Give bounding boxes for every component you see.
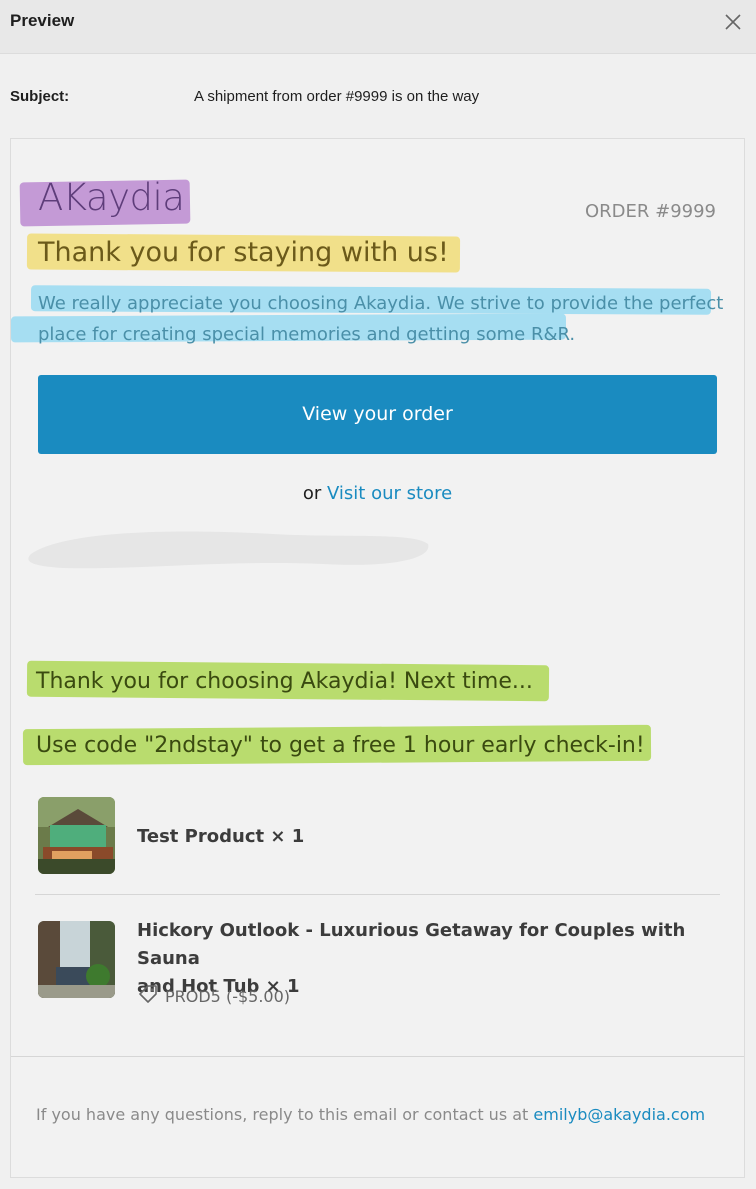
- view-order-button[interactable]: View your order: [38, 375, 717, 454]
- order-number: ORDER #9999: [584, 201, 716, 222]
- coupon-row: PROD5 (-$5.00): [137, 983, 290, 1009]
- subject-label: Subject:: [10, 88, 70, 105]
- product-thumbnail: [38, 921, 115, 998]
- brand-logo: AKaydia: [38, 176, 185, 219]
- item-divider: [35, 894, 720, 895]
- dialog-header: Preview: [0, 0, 756, 54]
- order-item: Test Product × 1: [38, 797, 718, 877]
- item-name: Test Product × 1: [137, 826, 305, 847]
- footer-message: If you have any questions, reply to this…: [36, 1105, 529, 1124]
- email-preview: AKaydia ORDER #9999 Thank you for stayin…: [10, 138, 745, 1178]
- footer-divider: [11, 1056, 744, 1057]
- redaction-smudge: [23, 524, 433, 579]
- dialog-title: Preview: [10, 11, 75, 30]
- intro-text: We really appreciate you choosing Akaydi…: [38, 288, 728, 350]
- item-name-line-1: Hickory Outlook - Luxurious Getaway for …: [137, 920, 686, 969]
- subject-row: Subject: A shipment from order #9999 is …: [0, 54, 756, 138]
- contact-email-link[interactable]: emilyb@akaydia.com: [533, 1105, 705, 1124]
- promo-line-1: Thank you for choosing Akaydia! Next tim…: [36, 669, 533, 694]
- store-link-row: or Visit our store: [11, 483, 744, 504]
- order-item: Hickory Outlook - Luxurious Getaway for …: [38, 920, 718, 1011]
- tag-icon: [137, 983, 159, 1009]
- or-text: or: [302, 483, 322, 504]
- product-thumbnail: [38, 797, 115, 874]
- close-icon[interactable]: [722, 11, 744, 33]
- intro-line-1: We really appreciate you choosing Akaydi…: [38, 293, 724, 314]
- visit-store-link[interactable]: Visit our store: [327, 483, 452, 504]
- subject-value: A shipment from order #9999 is on the wa…: [194, 88, 480, 105]
- footer-text: If you have any questions, reply to this…: [36, 1105, 705, 1124]
- email-heading: Thank you for staying with us!: [38, 237, 449, 268]
- promo-code-line: Use code "2ndstay" to get a free 1 hour …: [36, 733, 645, 758]
- coupon-code: PROD5 (-$5.00): [165, 986, 291, 1006]
- intro-line-2: place for creating special memories and …: [38, 324, 576, 345]
